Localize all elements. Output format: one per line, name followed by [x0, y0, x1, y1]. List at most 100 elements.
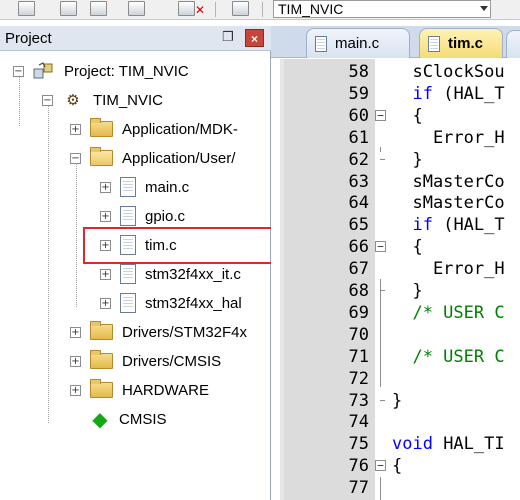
highlight-annotation — [83, 227, 280, 264]
tree-item-application-user[interactable]: − Application/User/ — [70, 146, 235, 170]
code-token: sMasterCo — [392, 171, 505, 192]
expand-icon[interactable]: + — [70, 123, 81, 135]
tab-partial[interactable] — [506, 30, 520, 58]
batch-build-icon[interactable] — [18, 1, 35, 16]
build-icon[interactable] — [60, 1, 77, 16]
code-line[interactable]: 61 Error_H — [271, 127, 520, 149]
code-token: Error_H — [392, 127, 505, 148]
code-text: if (HAL_T — [392, 214, 505, 236]
line-number: 72 — [348, 368, 369, 389]
tree-item-label: stm32f4xx_it.c — [145, 265, 241, 283]
collapse-icon[interactable]: − — [13, 65, 24, 77]
expand-icon[interactable]: + — [100, 210, 111, 222]
expand-icon[interactable]: + — [100, 181, 111, 193]
tree-item-label: Project: TIM_NVIC — [64, 62, 189, 80]
code-line[interactable]: 60− { — [271, 105, 520, 127]
collapse-icon[interactable]: − — [42, 94, 53, 106]
collapse-icon[interactable]: − — [70, 152, 81, 164]
expand-icon[interactable]: + — [70, 326, 81, 338]
download-icon[interactable] — [128, 1, 145, 16]
close-icon[interactable]: × — [245, 29, 264, 47]
tree-item-application-mdk[interactable]: + Application/MDK- — [70, 117, 238, 141]
tree-item-drivers-cmsis[interactable]: + Drivers/CMSIS — [70, 349, 221, 373]
tree-guide-line — [76, 159, 77, 307]
code-line[interactable]: 69 /* USER C — [271, 302, 520, 324]
code-line[interactable]: 62 } — [271, 149, 520, 171]
tree-item-label: TIM_NVIC — [93, 91, 164, 109]
tree-item-tim-nvic[interactable]: − ⚙ TIM_NVIC — [42, 88, 163, 112]
code-line[interactable]: 77 — [271, 477, 520, 499]
tree-item-hardware[interactable]: + HARDWARE — [70, 378, 209, 402]
folder-icon — [90, 350, 113, 369]
tree-item-gpio-c[interactable]: + gpio.c — [100, 204, 185, 228]
tree-item-project-tim-nvic[interactable]: − Project: TIM_NVIC — [13, 59, 189, 83]
expand-icon[interactable]: + — [70, 384, 81, 396]
code-line[interactable]: 76−{ — [271, 455, 520, 477]
code-line[interactable]: 72 — [271, 368, 520, 390]
code-line[interactable]: 63 sMasterCo — [271, 171, 520, 193]
code-line[interactable]: 74 — [271, 411, 520, 433]
tree-guide-line — [48, 100, 49, 423]
tab-main-c[interactable]: main.c — [306, 28, 410, 58]
code-line[interactable]: 68 } — [271, 280, 520, 302]
code-line[interactable]: 73} — [271, 390, 520, 412]
rebuild-icon[interactable] — [90, 1, 107, 16]
pin-icon[interactable]: ❒ — [222, 29, 234, 45]
chevron-down-icon — [480, 6, 488, 11]
fold-collapse-icon[interactable]: − — [375, 109, 386, 121]
tree-item-stm32f4xx-hal[interactable]: + stm32f4xx_hal — [100, 291, 242, 315]
code-token: (HAL_T — [432, 215, 505, 236]
expand-icon[interactable]: + — [100, 297, 111, 309]
file-icon — [120, 264, 136, 284]
fold-collapse-icon[interactable]: − — [375, 241, 386, 253]
expand-icon[interactable]: + — [100, 268, 111, 280]
tab-label: tim.c — [448, 35, 484, 52]
line-number: 70 — [348, 324, 369, 345]
target-select[interactable]: TIM_NVIC — [273, 0, 491, 18]
code-area[interactable]: 58 sClockSou 59 if (HAL_T 60− {61 Error_H 6… — [271, 59, 520, 500]
tree-item-label: gpio.c — [145, 207, 186, 225]
line-number: 67 — [348, 259, 369, 280]
tree-item-cmsis[interactable]: ◆ CMSIS — [70, 407, 166, 431]
code-keyword: void — [392, 434, 433, 455]
code-token: (HAL_T — [432, 83, 505, 104]
fold-end-marker — [380, 280, 385, 291]
line-number: 59 — [348, 83, 369, 104]
options-for-target-icon[interactable] — [232, 1, 249, 16]
cmsis-diamond-icon: ◆ — [92, 407, 108, 431]
code-line[interactable]: 58 sClockSou — [271, 61, 520, 83]
line-number: 71 — [348, 346, 369, 367]
code-line[interactable]: 64 sMasterCo — [271, 192, 520, 214]
code-line[interactable]: 71 /* USER C — [271, 346, 520, 368]
code-token: sClockSou — [392, 62, 505, 82]
expand-icon[interactable]: + — [70, 355, 81, 367]
code-line[interactable]: 70 — [271, 324, 520, 346]
line-number: 69 — [348, 302, 369, 323]
file-icon — [120, 177, 136, 197]
code-line[interactable]: 59 if (HAL_T — [271, 83, 520, 105]
code-text: sClockSou — [392, 61, 505, 83]
code-line[interactable]: 66− { — [271, 236, 520, 258]
fold-collapse-icon[interactable]: − — [375, 460, 386, 472]
file-icon — [428, 35, 440, 52]
folder-icon — [90, 379, 113, 398]
code-line[interactable]: 75 void HAL_TI — [271, 433, 520, 455]
code-keyword: if — [412, 83, 433, 104]
code-comment: /* USER C — [392, 302, 505, 323]
line-number: 64 — [348, 193, 369, 214]
tab-tim-c[interactable]: tim.c — [419, 28, 503, 58]
code-line[interactable]: 65 if (HAL_T — [271, 214, 520, 236]
code-line[interactable]: 67 Error_H — [271, 258, 520, 280]
tree-item-drivers-stm32f4x[interactable]: + Drivers/STM32F4x — [70, 320, 247, 344]
code-text: sMasterCo — [392, 171, 505, 193]
tree-item-main-c[interactable]: + main.c — [100, 175, 189, 199]
line-number: 77 — [348, 478, 369, 499]
toolbar: ✕ TIM_NVIC — [0, 0, 520, 20]
stop-build-icon[interactable] — [178, 1, 195, 16]
tree-item-label: main.c — [145, 178, 190, 196]
code-text: } — [392, 390, 402, 412]
code-text: Error_H — [392, 127, 505, 149]
tree-item-stm32f4xx-it-c[interactable]: + stm32f4xx_it.c — [100, 262, 241, 286]
line-number: 73 — [348, 390, 369, 411]
project-panel-header: Project ❒ × — [0, 26, 271, 51]
